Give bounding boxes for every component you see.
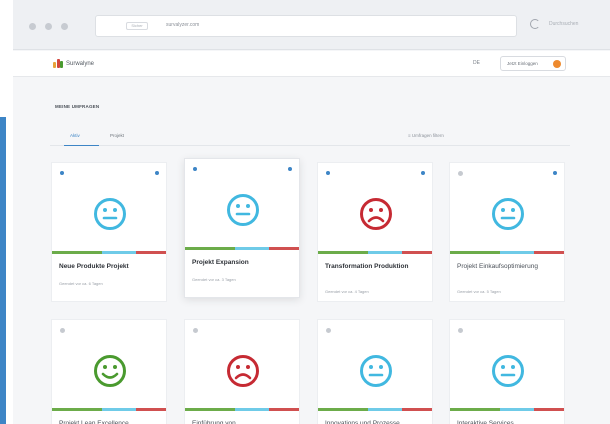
card-title: Projekt Expansion [192,259,249,266]
card-title: Innovations und Prozesse [325,420,400,424]
login-icon [553,60,561,68]
card-subtitle: Geendet vor ca. 3 Tagen [192,277,236,282]
active-tab-indicator [64,145,99,146]
login-label: Jetzt Einloggen [507,61,538,66]
address-bar[interactable]: Sicher survalyzer.com [95,15,517,37]
pin-icon[interactable] [193,167,197,171]
happy-face-icon [94,355,126,387]
logo-icon [53,59,63,68]
sentiment-bar [52,408,166,411]
pin-icon[interactable] [458,171,463,176]
sentiment-bar [318,408,432,411]
status-dot-icon [553,171,557,175]
secure-badge: Sicher [126,22,148,30]
tab-aktiv[interactable]: Aktiv [70,133,80,138]
survey-card[interactable]: Neue Produkte Projekt Geendet vor ca. 6 T… [51,162,167,302]
window-controls [29,23,68,30]
sentiment-bar [450,408,564,411]
pin-icon[interactable] [60,328,65,333]
neutral-face-icon [492,355,524,387]
pin-icon[interactable] [60,171,64,175]
login-button[interactable]: Jetzt Einloggen [500,56,566,71]
card-title: Projekt Lean Excellence [59,420,129,424]
address-url: survalyzer.com [166,22,200,28]
minimize-window-icon[interactable] [45,23,52,30]
card-subtitle: Geendet vor ca. 5 Tagen [457,289,501,294]
survey-card[interactable]: Innovations und Prozesse [317,319,433,424]
sentiment-bar [185,408,299,411]
card-title: Projekt Einkaufsoptimierung [457,263,538,270]
survey-card[interactable]: Einführung von [184,319,300,424]
card-title: Neue Produkte Projekt [59,263,129,270]
card-title: Transformation Produktion [325,263,409,270]
sentiment-bar [318,251,432,254]
pin-icon[interactable] [326,171,330,175]
card-subtitle: Geendet vor ca. 4 Tagen [325,289,369,294]
logo[interactable]: Surwalyne [53,59,94,68]
section-title: MEINE UMFRAGEN [55,104,100,109]
neutral-face-icon [360,355,392,387]
survey-card[interactable]: Projekt Expansion Geendet vor ca. 3 Tagen [184,158,300,298]
survey-card[interactable]: Projekt Lean Excellence [51,319,167,424]
reload-icon[interactable] [530,19,540,29]
filter-button[interactable]: ≡ Umfragen filtern [408,133,444,138]
sentiment-bar [52,251,166,254]
tab-projekt[interactable]: Projekt [110,133,124,138]
left-accent-bar [0,117,6,424]
browser-window: Sicher survalyzer.com Durchsuchen Surwal… [13,0,610,424]
maximize-window-icon[interactable] [61,23,68,30]
filter-label: Umfragen filtern [411,133,444,138]
language-switch[interactable]: DE [473,60,480,66]
card-subtitle: Geendet vor ca. 6 Tagen [59,281,103,286]
survey-card[interactable]: Transformation Produktion Geendet vor ca.… [317,162,433,302]
status-dot-icon [155,171,159,175]
card-title: Interaktive Services [457,420,514,424]
neutral-face-icon [227,194,259,226]
sentiment-bar [185,247,299,250]
status-dot-icon [288,167,292,171]
close-window-icon[interactable] [29,23,36,30]
neutral-face-icon [94,198,126,230]
pin-icon[interactable] [326,328,331,333]
app-header: Surwalyne DE Jetzt Einloggen [13,51,610,77]
browser-search[interactable]: Durchsuchen [549,21,578,27]
survey-card[interactable]: Interaktive Services [449,319,565,424]
card-title: Einführung von [192,420,236,424]
status-dot-icon [421,171,425,175]
browser-chrome: Sicher survalyzer.com Durchsuchen [13,0,610,50]
sad-face-icon [360,198,392,230]
pin-icon[interactable] [458,328,463,333]
sentiment-bar [450,251,564,254]
neutral-face-icon [492,198,524,230]
survey-card[interactable]: Projekt Einkaufsoptimierung Geendet vor c… [449,162,565,302]
tab-bar: Aktiv Projekt [50,128,570,146]
pin-icon[interactable] [193,328,198,333]
logo-name: Surwalyne [66,60,95,67]
sad-face-icon [227,355,259,387]
